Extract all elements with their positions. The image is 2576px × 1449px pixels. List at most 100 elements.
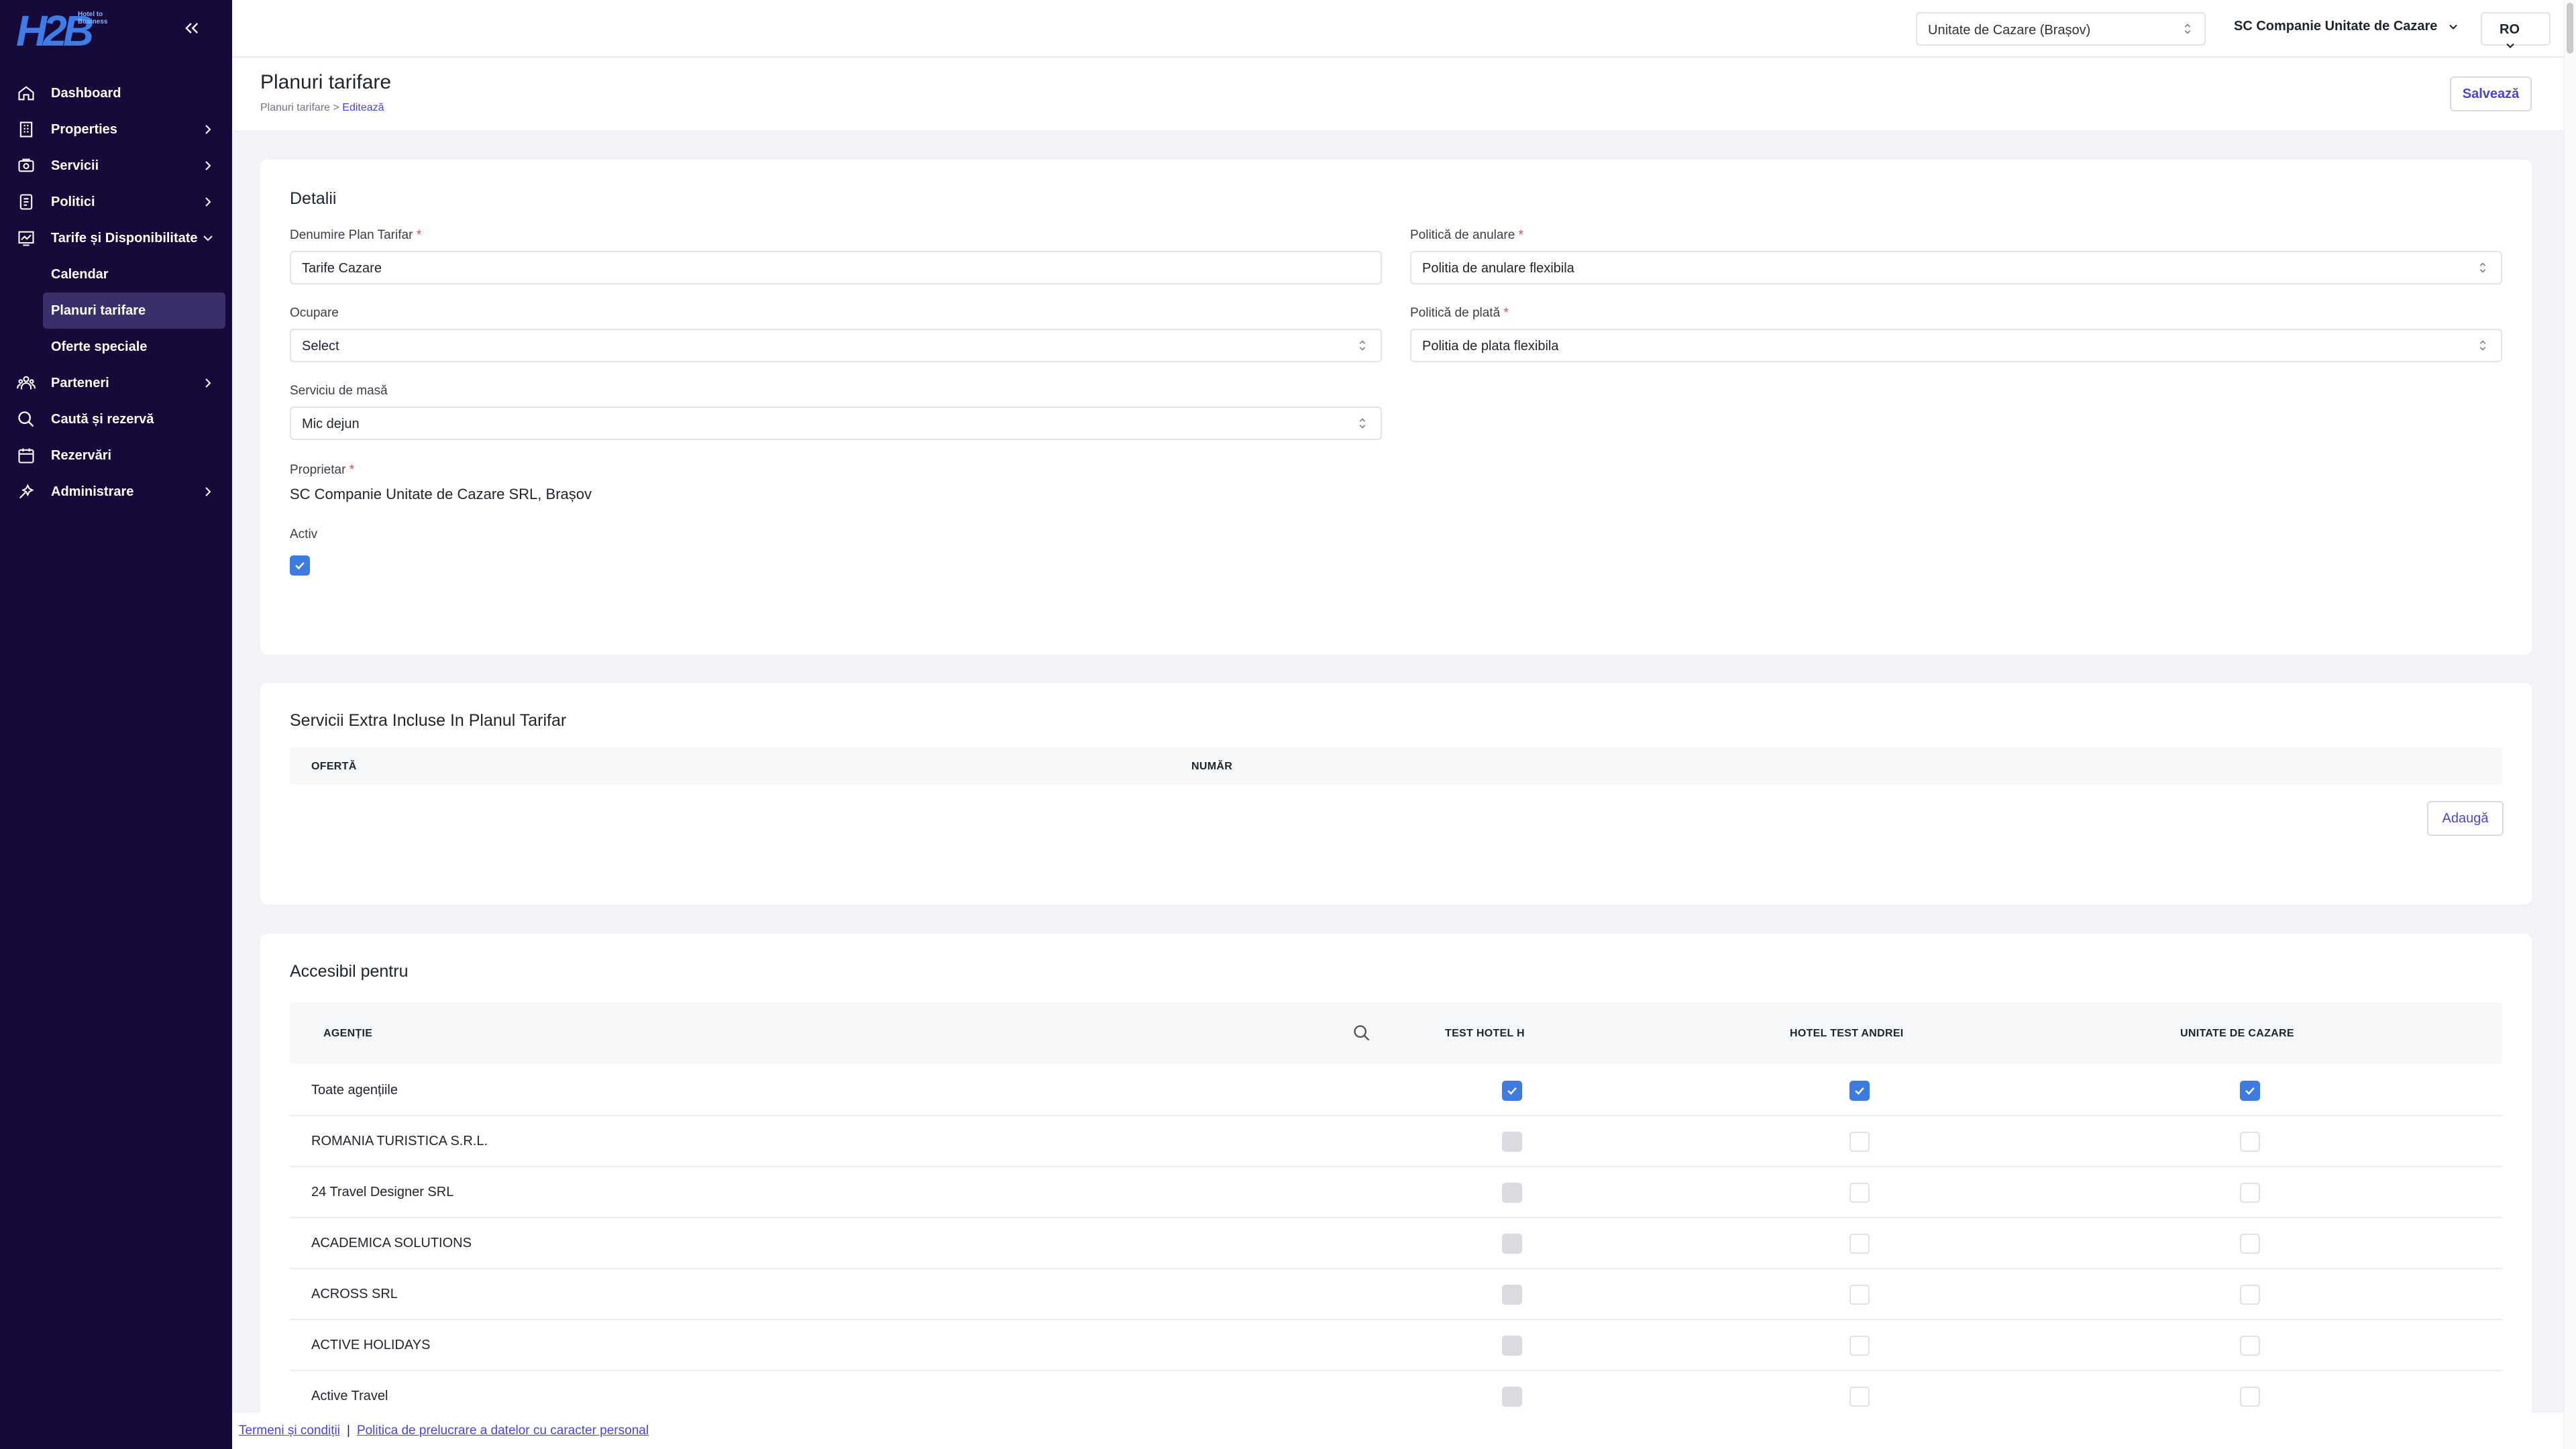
access-checkbox[interactable] — [2240, 1081, 2260, 1101]
breadcrumb-root[interactable]: Planuri tarifare — [260, 102, 330, 113]
access-checkbox[interactable] — [1849, 1183, 1870, 1203]
sidebar-item-parteneri[interactable]: Parteneri — [0, 365, 232, 401]
save-button[interactable]: Salvează — [2450, 76, 2532, 111]
agency-name: ACROSS SRL — [311, 1287, 398, 1301]
sidebar-item-administrare[interactable]: Administrare — [0, 474, 232, 510]
sidebar-subitem-planuri-tarifare[interactable]: Planuri tarifare — [43, 292, 225, 329]
sidebar-item-dashboard[interactable]: Dashboard — [0, 75, 232, 111]
table-row: ACTIVE HOLIDAYS — [290, 1320, 2502, 1371]
access-checkbox[interactable] — [2240, 1387, 2260, 1407]
access-checkbox[interactable] — [1849, 1132, 1870, 1152]
sidebar-item-label: Rezervări — [51, 447, 112, 463]
sidebar-subitem-label: Calendar — [51, 266, 109, 282]
sidebar-subitem-label: Planuri tarifare — [51, 303, 146, 318]
sidebar-item-label: Dashboard — [51, 85, 121, 101]
privacy-link[interactable]: Politica de prelucrare a datelor cu cara… — [357, 1424, 649, 1438]
sidebar-item-servicii[interactable]: Servicii — [0, 148, 232, 184]
table-row: Toate agențiile — [290, 1065, 2502, 1116]
access-checkbox[interactable] — [1849, 1387, 1870, 1407]
plan-name-input[interactable]: Tarife Cazare — [290, 251, 1382, 284]
updown-icon — [2479, 262, 2486, 273]
checkmark-icon — [295, 561, 305, 570]
access-checkbox[interactable] — [1502, 1234, 1522, 1254]
cancel-policy-select[interactable]: Politia de anulare flexibila — [1410, 251, 2502, 284]
sidebar-item-politici[interactable]: Politici — [0, 184, 232, 220]
logo[interactable]: H2B Hotel to Business — [16, 8, 117, 54]
payment-policy-select[interactable]: Politia de plata flexibila — [1410, 329, 2502, 362]
access-checkbox[interactable] — [1502, 1336, 1522, 1356]
access-card: Accesibil pentru AGENȚIE TEST HOTEL H HO… — [260, 934, 2532, 1422]
updown-icon — [1359, 340, 1366, 351]
payment-policy-label: Politică de plată * — [1410, 306, 1509, 321]
cancel-policy-value: Politia de anulare flexibila — [1422, 261, 1574, 276]
sidebar-subitem-label: Oferte speciale — [51, 339, 148, 354]
terms-link[interactable]: Termeni și condiții — [239, 1424, 340, 1438]
agency-name: Active Travel — [311, 1389, 388, 1403]
details-title: Detalii — [290, 189, 337, 208]
updown-icon — [1359, 418, 1366, 429]
sidebar-item-tarife[interactable]: Tarife și Disponibilitate — [0, 220, 232, 256]
owner-label-text: Proprietar — [290, 463, 346, 477]
extras-table-header: OFERTĂ NUMĂR — [290, 747, 2502, 785]
access-checkbox[interactable] — [2240, 1234, 2260, 1254]
col-number: NUMĂR — [1191, 761, 1233, 772]
access-checkbox[interactable] — [1849, 1234, 1870, 1254]
search-icon[interactable] — [1352, 1024, 1371, 1042]
table-row: ACROSS SRL — [290, 1269, 2502, 1320]
active-checkbox[interactable] — [290, 555, 310, 576]
chevron-right-icon — [205, 487, 211, 496]
access-checkbox[interactable] — [2240, 1183, 2260, 1203]
partners-icon — [16, 373, 36, 393]
sidebar-subitem-calendar[interactable]: Calendar — [0, 256, 232, 292]
meal-select[interactable]: Mic dejun — [290, 407, 1382, 440]
scrollbar[interactable] — [2564, 0, 2576, 1449]
plan-name-value: Tarife Cazare — [302, 261, 382, 276]
scrollbar-thumb[interactable] — [2567, 3, 2573, 54]
access-checkbox[interactable] — [1849, 1285, 1870, 1305]
sidebar-item-label: Servicii — [51, 158, 99, 173]
sidebar-item-rezervari[interactable]: Rezervări — [0, 437, 232, 474]
chevron-right-icon — [205, 161, 211, 170]
access-checkbox[interactable] — [1502, 1132, 1522, 1152]
table-row: ACADEMICA SOLUTIONS — [290, 1218, 2502, 1269]
language-dropdown[interactable]: RO — [2481, 12, 2551, 48]
home-icon — [16, 83, 36, 103]
active-label: Activ — [290, 527, 318, 541]
access-checkbox[interactable] — [1502, 1387, 1522, 1407]
access-checkbox[interactable] — [1502, 1285, 1522, 1305]
table-row: 24 Travel Designer SRL — [290, 1167, 2502, 1218]
plan-name-label: Denumire Plan Tarifar * — [290, 228, 421, 243]
extras-card: Servicii Extra Incluse In Planul Tarifar… — [260, 683, 2532, 904]
access-checkbox[interactable] — [1849, 1336, 1870, 1356]
access-checkbox[interactable] — [2240, 1132, 2260, 1152]
access-checkbox[interactable] — [1849, 1081, 1870, 1101]
chart-icon — [16, 228, 36, 248]
chevron-down-icon — [203, 235, 213, 241]
col-agency: AGENȚIE — [323, 1028, 373, 1039]
occupancy-select[interactable]: Select — [290, 329, 1382, 362]
access-table-header: AGENȚIE TEST HOTEL H HOTEL TEST ANDREI U… — [290, 1002, 2502, 1064]
footer: Termeni și condiții | Politica de prelucra… — [232, 1413, 2564, 1449]
access-checkbox[interactable] — [2240, 1285, 2260, 1305]
details-card: Detalii Denumire Plan Tarifar * Tarife C… — [260, 160, 2532, 655]
access-checkbox[interactable] — [1502, 1081, 1522, 1101]
collapse-sidebar-button[interactable] — [178, 15, 205, 42]
unit-select[interactable]: Unitate de Cazare (Brașov) — [1916, 12, 2206, 46]
table-row: ROMANIA TURISTICA S.R.L. — [290, 1116, 2502, 1167]
company-dropdown[interactable]: SC Companie Unitate de Cazare — [2234, 19, 2460, 34]
col-offer: OFERTĂ — [311, 761, 357, 772]
page-header: Planuri tarifare Planuri tarifare > Edit… — [232, 58, 2564, 130]
chevron-right-icon — [205, 125, 211, 134]
occupancy-label: Ocupare — [290, 306, 339, 320]
plan-name-label-text: Denumire Plan Tarifar — [290, 228, 413, 242]
sidebar-subitem-oferte-speciale[interactable]: Oferte speciale — [0, 329, 232, 365]
sidebar-item-properties[interactable]: Properties — [0, 111, 232, 148]
access-checkbox[interactable] — [1502, 1183, 1522, 1203]
sidebar-item-label: Administrare — [51, 484, 134, 499]
add-extra-button[interactable]: Adaugă — [2427, 801, 2504, 836]
agency-name: ROMANIA TURISTICA S.R.L. — [311, 1134, 488, 1148]
sidebar-item-cauta[interactable]: Caută și rezervă — [0, 401, 232, 437]
access-checkbox[interactable] — [2240, 1336, 2260, 1356]
col-unitate-de-cazare: UNITATE DE CAZARE — [2180, 1028, 2294, 1039]
updown-icon — [2184, 23, 2191, 34]
